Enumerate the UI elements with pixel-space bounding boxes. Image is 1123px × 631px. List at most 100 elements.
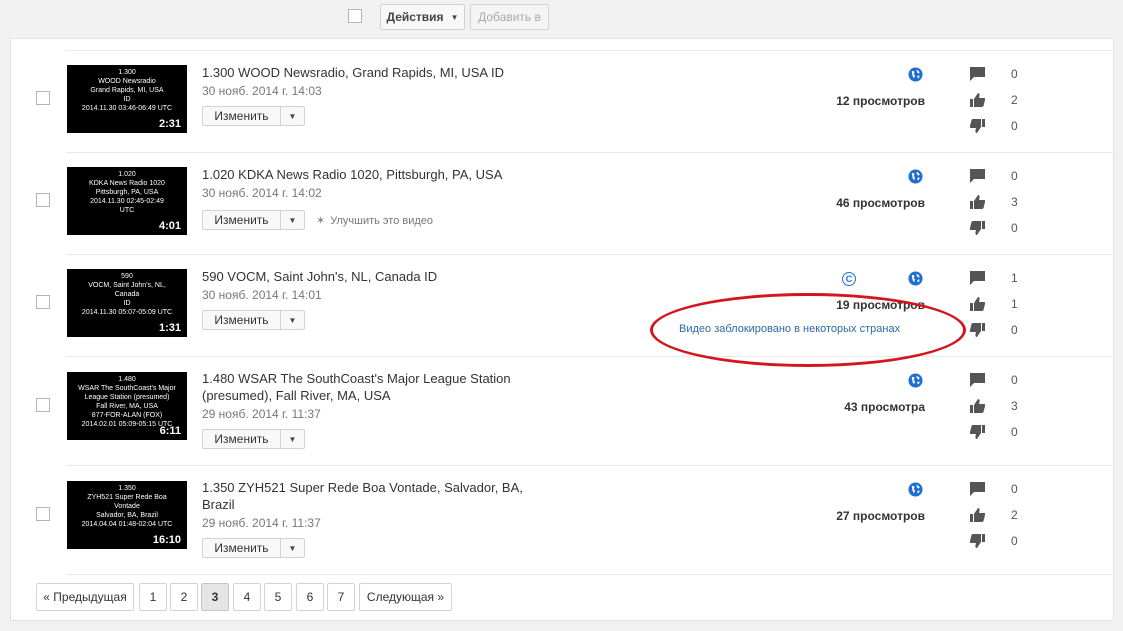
- edit-menu-button[interactable]: ▼: [281, 210, 305, 230]
- top-toolbar: Действия ▼ Добавить в: [0, 0, 1123, 38]
- improve-video-link[interactable]: ✶ Улучшить это видео: [316, 214, 433, 228]
- edit-label: Изменить: [214, 213, 269, 227]
- video-date: 29 нояб. 2014 г. 11:37: [202, 516, 321, 530]
- thumbs-up-icon: [970, 399, 986, 413]
- thumb-line: 1.480: [118, 376, 136, 383]
- video-thumbnail[interactable]: 1.300 WOOD Newsradio Grand Rapids, MI, U…: [67, 65, 187, 133]
- thumb-line: Salvador, BA, Brazil: [96, 512, 158, 519]
- actions-dropdown-button[interactable]: Действия ▼: [380, 4, 465, 30]
- next-label: Следующая »: [366, 590, 445, 604]
- thumb-line: 590: [121, 273, 133, 280]
- pagination-page-1[interactable]: 1: [139, 583, 167, 611]
- chevron-down-icon: ▼: [288, 215, 297, 225]
- select-all-checkbox[interactable]: [348, 9, 362, 23]
- thumb-line: Grand Rapids, MI, USA: [90, 87, 164, 94]
- video-title[interactable]: 590 VOCM, Saint John's, NL, Canada ID: [202, 268, 532, 285]
- edit-button[interactable]: Изменить: [202, 106, 281, 126]
- dislike-count: 0: [1011, 119, 1018, 133]
- video-thumbnail[interactable]: 1.350 ZYH521 Super Rede Boa Vontade Salv…: [67, 481, 187, 549]
- pagination-prev-button[interactable]: « Предыдущая: [36, 583, 134, 611]
- comment-count: 0: [1011, 169, 1018, 183]
- comment-icon: [970, 482, 985, 496]
- video-duration: 6:11: [159, 425, 181, 437]
- thumbs-down-icon: [969, 119, 985, 133]
- thumb-line: ZYH521 Super Rede Boa: [87, 494, 167, 501]
- thumbs-down-icon: [969, 425, 985, 439]
- edit-label: Изменить: [214, 109, 269, 123]
- pagination-page-6[interactable]: 6: [296, 583, 324, 611]
- add-to-button[interactable]: Добавить в: [470, 4, 549, 30]
- comments-stat: 0: [969, 168, 1029, 184]
- row-checkbox[interactable]: [36, 507, 50, 521]
- dislike-count: 0: [1011, 323, 1018, 337]
- video-title[interactable]: 1.020 KDKA News Radio 1020, Pittsburgh, …: [202, 166, 532, 183]
- video-date: 29 нояб. 2014 г. 11:37: [202, 407, 321, 421]
- like-count: 2: [1011, 93, 1018, 107]
- thumb-line: ID: [123, 300, 131, 307]
- view-count: 12 просмотров: [836, 94, 925, 108]
- row-divider: [66, 574, 1113, 575]
- page-number: 7: [337, 590, 345, 604]
- row-checkbox[interactable]: [36, 193, 50, 207]
- copyright-icon[interactable]: C: [842, 272, 856, 286]
- edit-label: Изменить: [214, 313, 269, 327]
- row-checkbox[interactable]: [36, 398, 50, 412]
- edit-button[interactable]: Изменить: [202, 210, 281, 230]
- pagination-next-button[interactable]: Следующая »: [359, 583, 452, 611]
- like-count: 3: [1011, 195, 1018, 209]
- video-duration: 1:31: [158, 322, 181, 334]
- likes-stat: 1: [969, 296, 1029, 312]
- view-count: 27 просмотров: [836, 509, 925, 523]
- dislikes-stat: 0: [969, 533, 1029, 549]
- edit-button-group: Изменить ▼: [202, 538, 305, 558]
- thumb-line: 2014.04.04 01:48-02:04 UTC: [81, 521, 173, 528]
- pagination-page-7[interactable]: 7: [327, 583, 355, 611]
- edit-menu-button[interactable]: ▼: [281, 310, 305, 330]
- thumb-line: 2014.11.30 02:45-02:49: [90, 198, 164, 205]
- video-duration: 2:31: [158, 118, 181, 130]
- row-checkbox[interactable]: [36, 295, 50, 309]
- thumb-line: WSAR The SouthCoast's Major: [78, 385, 176, 392]
- dislike-count: 0: [1011, 534, 1018, 548]
- video-title[interactable]: 1.480 WSAR The SouthCoast's Major League…: [202, 370, 532, 404]
- edit-button-group: Изменить ▼: [202, 106, 305, 126]
- pagination-page-3-current[interactable]: 3: [201, 583, 229, 611]
- pagination-page-4[interactable]: 4: [233, 583, 261, 611]
- edit-button[interactable]: Изменить: [202, 310, 281, 330]
- video-thumbnail[interactable]: 1.480 WSAR The SouthCoast's Major League…: [67, 372, 187, 440]
- chevron-down-icon: ▼: [288, 543, 297, 553]
- dislike-count: 0: [1011, 221, 1018, 235]
- magic-wand-icon: ✶: [316, 215, 326, 227]
- edit-button[interactable]: Изменить: [202, 538, 281, 558]
- comment-icon: [970, 67, 985, 81]
- video-title[interactable]: 1.350 ZYH521 Super Rede Boa Vontade, Sal…: [202, 479, 532, 513]
- comment-icon: [970, 373, 985, 387]
- thumb-line: 2014.11.30 03:46-06:49 UTC: [81, 105, 173, 112]
- row-checkbox[interactable]: [36, 91, 50, 105]
- video-thumbnail[interactable]: 590 VOCM, Saint John's, NL, Canada ID 20…: [67, 269, 187, 337]
- edit-menu-button[interactable]: ▼: [281, 106, 305, 126]
- view-count: 19 просмотров: [836, 298, 925, 312]
- add-to-label: Добавить в: [478, 10, 541, 24]
- blocked-in-countries-link[interactable]: Видео заблокировано в некоторых странах: [679, 323, 900, 335]
- page-number: 2: [180, 590, 188, 604]
- pagination-page-2[interactable]: 2: [170, 583, 198, 611]
- edit-menu-button[interactable]: ▼: [281, 429, 305, 449]
- page-number: 1: [149, 590, 157, 604]
- video-row: 1.020 KDKA News Radio 1020 Pittsburgh, P…: [11, 153, 1115, 254]
- pagination-page-5[interactable]: 5: [264, 583, 292, 611]
- likes-stat: 2: [969, 92, 1029, 108]
- edit-menu-button[interactable]: ▼: [281, 538, 305, 558]
- globe-public-icon: [908, 169, 923, 184]
- like-count: 2: [1011, 508, 1018, 522]
- thumb-line: VOCM, Saint John's, NL,: [88, 282, 166, 289]
- thumbs-up-icon: [970, 297, 986, 311]
- thumb-line: Pittsburgh, PA, USA: [95, 189, 159, 196]
- globe-public-icon: [908, 67, 923, 82]
- video-title[interactable]: 1.300 WOOD Newsradio, Grand Rapids, MI, …: [202, 64, 532, 81]
- comment-icon: [970, 271, 985, 285]
- thumb-line: League Station (presumed): [84, 394, 170, 401]
- edit-label: Изменить: [214, 432, 269, 446]
- edit-button[interactable]: Изменить: [202, 429, 281, 449]
- video-thumbnail[interactable]: 1.020 KDKA News Radio 1020 Pittsburgh, P…: [67, 167, 187, 235]
